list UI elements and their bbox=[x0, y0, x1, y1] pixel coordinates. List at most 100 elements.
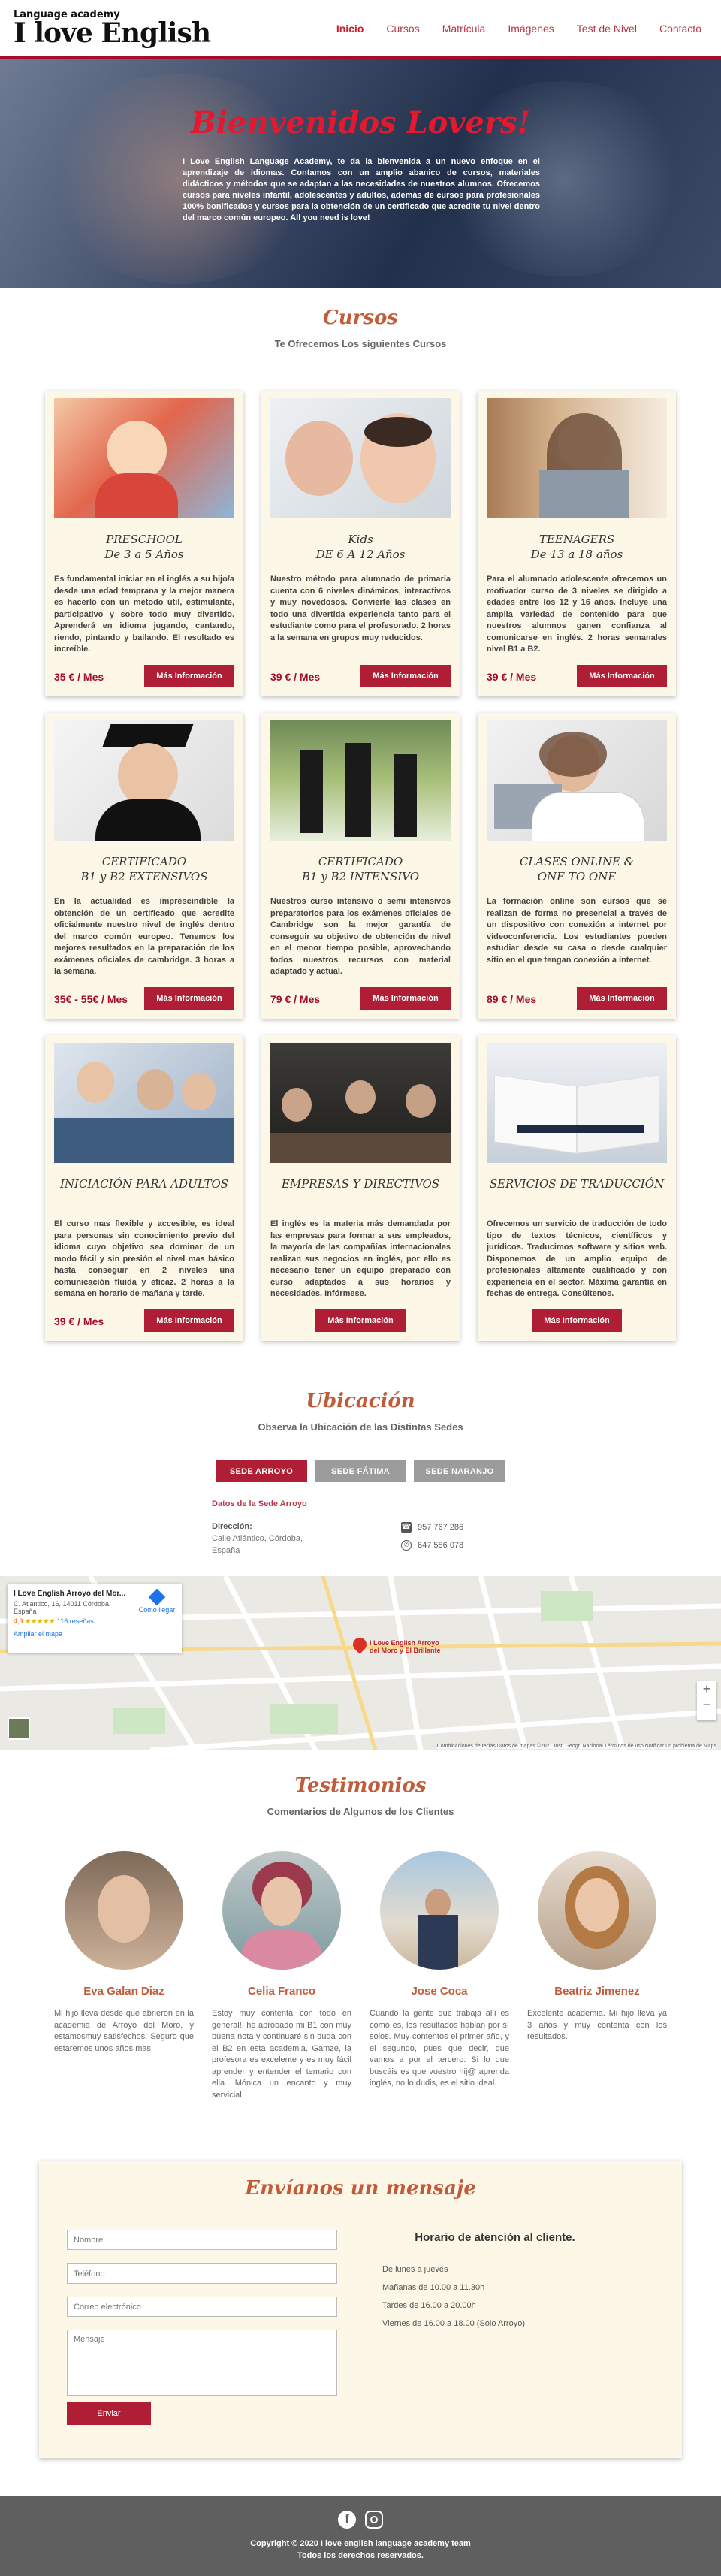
more-info-button[interactable]: Más Información bbox=[144, 987, 234, 1010]
zoom-in-button[interactable]: + bbox=[697, 1681, 716, 1697]
testimonial-card: Celia Franco Estoy muy contenta con todo… bbox=[203, 1851, 360, 2101]
nav-matricula[interactable]: Matrícula bbox=[442, 23, 486, 35]
course-price: 89 € / Mes bbox=[487, 993, 537, 1005]
more-info-button[interactable]: Más Información bbox=[360, 987, 451, 1010]
whatsapp-number[interactable]: 647 586 078 bbox=[418, 1541, 463, 1550]
zoom-out-button[interactable]: − bbox=[697, 1697, 716, 1713]
course-image-preschool bbox=[54, 398, 234, 518]
more-info-button[interactable]: Más Información bbox=[144, 1309, 234, 1332]
course-card-preschool: PRESCHOOL De 3 a 5 Años Es fundamental in… bbox=[45, 391, 243, 696]
course-card-certificado-intensivo: CERTIFICADO B1 y B2 INTENSIVO Nuestros cu… bbox=[261, 713, 460, 1019]
top-navbar: Language academy I love English Inicio C… bbox=[0, 0, 721, 59]
course-image-online bbox=[487, 720, 667, 841]
more-info-button[interactable]: Más Información bbox=[577, 665, 667, 687]
testimonial-name: Celia Franco bbox=[247, 1985, 316, 1998]
location-title: Ubicación bbox=[306, 1390, 415, 1412]
rights-text: Todos los derechos reservados. bbox=[297, 2551, 424, 2560]
testimonial-name: Beatriz Jimenez bbox=[554, 1985, 640, 1998]
course-card-teenagers: TEENAGERS De 13 a 18 años Para el alumnad… bbox=[478, 391, 676, 696]
phone-icon: ☎ bbox=[401, 1522, 412, 1533]
copyright-text: Copyright © 2020 I love english language… bbox=[250, 2539, 471, 2548]
more-info-button[interactable]: Más Información bbox=[360, 665, 451, 687]
satellite-toggle[interactable] bbox=[8, 1717, 30, 1740]
avatar bbox=[65, 1851, 183, 1970]
tab-sede-fatima[interactable]: SEDE FÁTIMA bbox=[315, 1460, 406, 1482]
email-input[interactable] bbox=[67, 2297, 337, 2317]
message-input[interactable] bbox=[67, 2330, 337, 2396]
courses-grid: PRESCHOOL De 3 a 5 Años Es fundamental in… bbox=[45, 391, 676, 1341]
directions-icon bbox=[148, 1588, 166, 1606]
send-button[interactable]: Enviar bbox=[67, 2402, 151, 2425]
nav-inicio[interactable]: Inicio bbox=[336, 23, 364, 35]
course-card-empresas: EMPRESAS Y DIRECTIVOS El inglés es la ma… bbox=[261, 1035, 460, 1341]
course-description: La formación online son cursos que se re… bbox=[487, 897, 667, 965]
course-card-adultos: INICIACIÓN PARA ADULTOS El curso mas fle… bbox=[45, 1035, 243, 1341]
avatar bbox=[380, 1851, 499, 1970]
course-card-certificado-extensivo: CERTIFICADO B1 y B2 EXTENSIVOS En la actu… bbox=[45, 713, 243, 1019]
course-title: Kids DE 6 A 12 Años bbox=[315, 533, 406, 561]
tab-sede-arroyo[interactable]: SEDE ARROYO bbox=[216, 1460, 307, 1482]
course-description: El curso mas flexible y accesible, es id… bbox=[54, 1219, 234, 1298]
hours-line: Tardes de 16.00 a 20.00h bbox=[382, 2301, 476, 2310]
address-label: Dirección: bbox=[212, 1522, 252, 1531]
opening-hours: Horario de atención al cliente. De lunes… bbox=[382, 2231, 608, 2333]
testimonial-name: Eva Galan Diaz bbox=[83, 1985, 164, 1998]
course-title: INICIACIÓN PARA ADULTOS bbox=[59, 1177, 229, 1191]
avatar bbox=[222, 1851, 341, 1970]
hero-banner: Bienvenidos Lovers! I Love English Langu… bbox=[0, 59, 721, 288]
more-info-button[interactable]: Más Información bbox=[577, 987, 667, 1010]
nav-test-nivel[interactable]: Test de Nivel bbox=[577, 23, 637, 35]
more-info-button[interactable]: Más Información bbox=[315, 1309, 406, 1332]
more-info-button[interactable]: Más Información bbox=[144, 665, 234, 687]
location-map[interactable]: I Love English Arroyo del Mor... C. Atlá… bbox=[0, 1576, 721, 1750]
hero-text: I Love English Language Academy, te da l… bbox=[183, 157, 540, 222]
courses-title: Cursos bbox=[323, 307, 398, 329]
course-title: CLASES ONLINE & ONE TO ONE bbox=[519, 855, 635, 883]
phone-number[interactable]: 957 767 286 bbox=[418, 1523, 463, 1532]
testimonial-card: Beatriz Jimenez Excelente academia. Mi h… bbox=[518, 1851, 676, 2101]
phone-input[interactable] bbox=[67, 2263, 337, 2284]
course-image-book bbox=[487, 1043, 667, 1163]
map-enlarge-link[interactable]: Ampliar el mapa bbox=[14, 1630, 176, 1638]
map-info-card: I Love English Arroyo del Mor... C. Atlá… bbox=[8, 1584, 182, 1653]
page: Language academy I love English Inicio C… bbox=[0, 0, 721, 2576]
testimonials-header: Testimonios Comentarios de Algunos de lo… bbox=[0, 1774, 721, 1817]
course-title: CERTIFICADO B1 y B2 INTENSIVO bbox=[301, 855, 420, 883]
hours-title: Horario de atención al cliente. bbox=[415, 2231, 575, 2244]
course-title: PRESCHOOL De 3 a 5 Años bbox=[104, 533, 184, 561]
main-nav: Inicio Cursos Matrícula Imágenes Test de… bbox=[336, 23, 701, 35]
testimonial-quote: Cuando la gente que trabaja allí es como… bbox=[370, 2009, 509, 2088]
nav-imagenes[interactable]: Imágenes bbox=[508, 23, 554, 35]
course-price: 39 € / Mes bbox=[487, 671, 537, 683]
more-info-button[interactable]: Más Información bbox=[532, 1309, 622, 1332]
logo-title: I love English bbox=[14, 17, 211, 49]
instagram-icon[interactable] bbox=[365, 2511, 383, 2529]
avatar bbox=[538, 1851, 656, 1970]
course-image-business bbox=[270, 1043, 451, 1163]
map-card-reviews[interactable]: 116 reseñas bbox=[57, 1617, 94, 1625]
map-pin-label: I Love English Arroyo del Moro y El Bril… bbox=[370, 1639, 441, 1654]
site-logo[interactable]: Language academy I love English bbox=[14, 10, 211, 49]
course-description: En la actualidad es imprescindible la ob… bbox=[54, 897, 234, 976]
name-input[interactable] bbox=[67, 2230, 337, 2250]
facebook-icon[interactable]: f bbox=[338, 2511, 356, 2529]
map-zoom-controls: + − bbox=[697, 1681, 716, 1720]
hero-title: Bienvenidos Lovers! bbox=[190, 105, 531, 140]
map-directions-link[interactable]: Cómo llegar bbox=[138, 1588, 176, 1614]
nav-contacto[interactable]: Contacto bbox=[659, 23, 701, 35]
courses-subtitle: Te Ofrecemos Los siguientes Cursos bbox=[274, 338, 447, 349]
testimonials-subtitle: Comentarios de Algunos de los Clientes bbox=[267, 1806, 454, 1817]
tab-sede-naranjo[interactable]: SEDE NARANJO bbox=[414, 1460, 505, 1482]
nav-cursos[interactable]: Cursos bbox=[386, 23, 419, 35]
location-details: Datos de la Sede Arroyo Dirección: Calle… bbox=[212, 1499, 527, 1557]
map-card-rating: 4,9 bbox=[14, 1617, 23, 1625]
course-card-kids: Kids DE 6 A 12 Años Nuestro método para a… bbox=[261, 391, 460, 696]
address-value: Calle Atlántico, Córdoba, España bbox=[212, 1534, 303, 1555]
courses-header: Cursos Te Ofrecemos Los siguientes Curso… bbox=[0, 307, 721, 349]
course-image-teenagers bbox=[487, 398, 667, 518]
hours-line: De lunes a jueves bbox=[382, 2265, 448, 2274]
course-description: Para el alumnado adolescente ofrecemos u… bbox=[487, 575, 667, 654]
testimonials-title: Testimonios bbox=[294, 1774, 427, 1797]
hours-line: Mañanas de 10.00 a 11.30h bbox=[382, 2283, 485, 2292]
location-subtitle: Observa la Ubicación de las Distintas Se… bbox=[258, 1421, 463, 1433]
